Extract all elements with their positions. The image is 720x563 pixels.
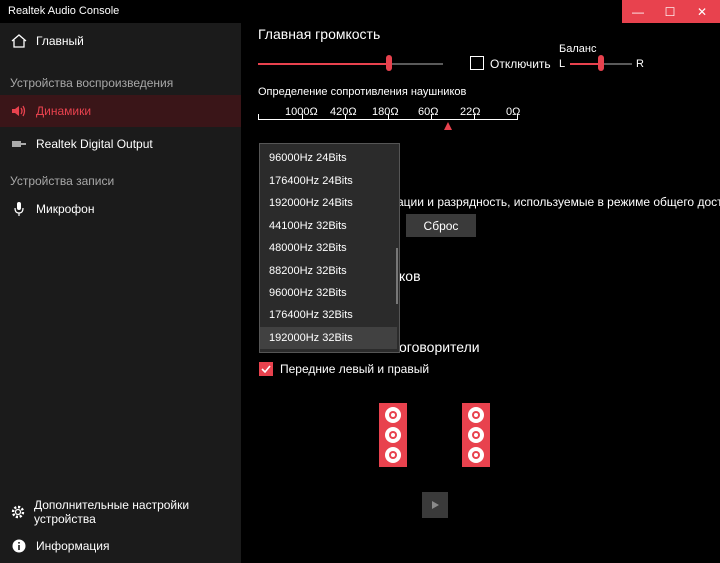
- sidebar-item-digital-output[interactable]: Realtek Digital Output: [0, 128, 241, 160]
- test-play-button[interactable]: [422, 492, 448, 518]
- maximize-button[interactable]: ☐: [654, 0, 686, 23]
- impedance-tick-label: 420Ω: [330, 106, 357, 118]
- balance-thumb[interactable]: [598, 55, 604, 71]
- front-lr-checkbox[interactable]: [259, 362, 273, 376]
- impedance-tick-label: 22Ω: [460, 106, 481, 118]
- impedance-tick-label: 180Ω: [372, 106, 399, 118]
- play-icon: [432, 501, 439, 509]
- sidebar-item-info[interactable]: Информация: [0, 530, 241, 562]
- section-heading-partial: ков: [399, 268, 421, 284]
- sidebar-item-label: Дополнительные настройки устройства: [33, 498, 190, 526]
- sidebar-item-label: Главный: [36, 34, 84, 48]
- app-title: Realtek Audio Console: [8, 5, 120, 17]
- right-speaker[interactable]: [462, 403, 490, 467]
- speaker-icon: [0, 104, 36, 118]
- impedance-marker: [444, 122, 452, 130]
- balance-left-label: L: [559, 58, 566, 70]
- speaker-cone: [468, 427, 484, 443]
- section-heading-partial: оговорители: [399, 339, 480, 355]
- speaker-cone: [385, 427, 401, 443]
- playback-section-header: Устройства воспроизведения: [10, 76, 174, 90]
- microphone-icon: [0, 201, 36, 217]
- sidebar-item-label: Микрофон: [36, 202, 95, 216]
- sidebar-item-microphone[interactable]: Микрофон: [0, 193, 241, 225]
- speaker-cone: [468, 407, 484, 423]
- left-speaker[interactable]: [379, 403, 407, 467]
- front-lr-label: Передние левый и правый: [280, 362, 430, 376]
- sidebar-item-advanced-settings[interactable]: Дополнительные настройки устройства: [0, 496, 241, 528]
- dropdown-option[interactable]: 88200Hz 32Bits: [260, 260, 397, 282]
- format-dropdown[interactable]: 96000Hz 24Bits 176400Hz 24Bits 192000Hz …: [259, 143, 400, 353]
- ruler-tick: [302, 114, 303, 120]
- format-description: ации и разрядность, используемые в режим…: [397, 195, 720, 209]
- balance-label: Баланс: [559, 43, 597, 55]
- mute-label: Отключить: [490, 57, 551, 71]
- balance-right-label: R: [636, 58, 644, 70]
- dropdown-option[interactable]: 48000Hz 32Bits: [260, 237, 397, 259]
- gear-icon: [0, 504, 34, 520]
- record-section-header: Устройства записи: [10, 174, 115, 188]
- dropdown-option[interactable]: 44100Hz 32Bits: [260, 215, 397, 237]
- home-icon: [0, 34, 36, 48]
- dropdown-scrollbar[interactable]: [396, 248, 398, 304]
- title-bar: Realtek Audio Console — ☐ ✕: [0, 0, 720, 23]
- volume-fill: [258, 63, 387, 65]
- ruler-tick: [345, 114, 346, 120]
- sidebar-item-main[interactable]: Главный: [0, 25, 241, 57]
- volume-thumb[interactable]: [386, 55, 392, 71]
- impedance-tick-label: 60Ω: [418, 106, 439, 118]
- window-controls: — ☐ ✕: [622, 0, 720, 23]
- balance-fill: [570, 63, 601, 65]
- sidebar-item-label: Realtek Digital Output: [36, 137, 153, 151]
- speaker-cone: [385, 447, 401, 463]
- dropdown-option[interactable]: 96000Hz 24Bits: [260, 147, 397, 169]
- reset-button[interactable]: Сброс: [406, 214, 476, 237]
- dropdown-option[interactable]: 176400Hz 24Bits: [260, 170, 397, 192]
- sidebar-item-label: Информация: [36, 539, 110, 553]
- info-icon: [0, 539, 36, 553]
- dropdown-option-selected[interactable]: 192000Hz 32Bits: [260, 327, 397, 349]
- checkmark-icon: [261, 365, 271, 373]
- ruler-tick: [431, 114, 432, 120]
- speaker-cone: [468, 447, 484, 463]
- impedance-title: Определение сопротивления наушников: [258, 86, 467, 98]
- sidebar: Главный Устройства воспроизведения Динам…: [0, 23, 241, 563]
- close-button[interactable]: ✕: [686, 0, 718, 23]
- dropdown-option[interactable]: 192000Hz 24Bits: [260, 192, 397, 214]
- sidebar-item-label: Динамики: [36, 104, 92, 118]
- ruler-tick: [258, 114, 259, 120]
- digital-output-icon: [0, 139, 36, 149]
- ruler-tick: [388, 114, 389, 120]
- dropdown-option[interactable]: 96000Hz 32Bits: [260, 282, 397, 304]
- mute-checkbox[interactable]: [470, 56, 484, 70]
- minimize-button[interactable]: —: [622, 0, 654, 23]
- speaker-cone: [385, 407, 401, 423]
- sidebar-item-speakers[interactable]: Динамики: [0, 95, 241, 127]
- volume-title: Главная громкость: [258, 26, 381, 42]
- dropdown-option[interactable]: 176400Hz 32Bits: [260, 304, 397, 326]
- impedance-tick-label: 0Ω: [506, 106, 521, 118]
- ruler-tick: [474, 114, 475, 120]
- ruler-tick: [517, 114, 518, 120]
